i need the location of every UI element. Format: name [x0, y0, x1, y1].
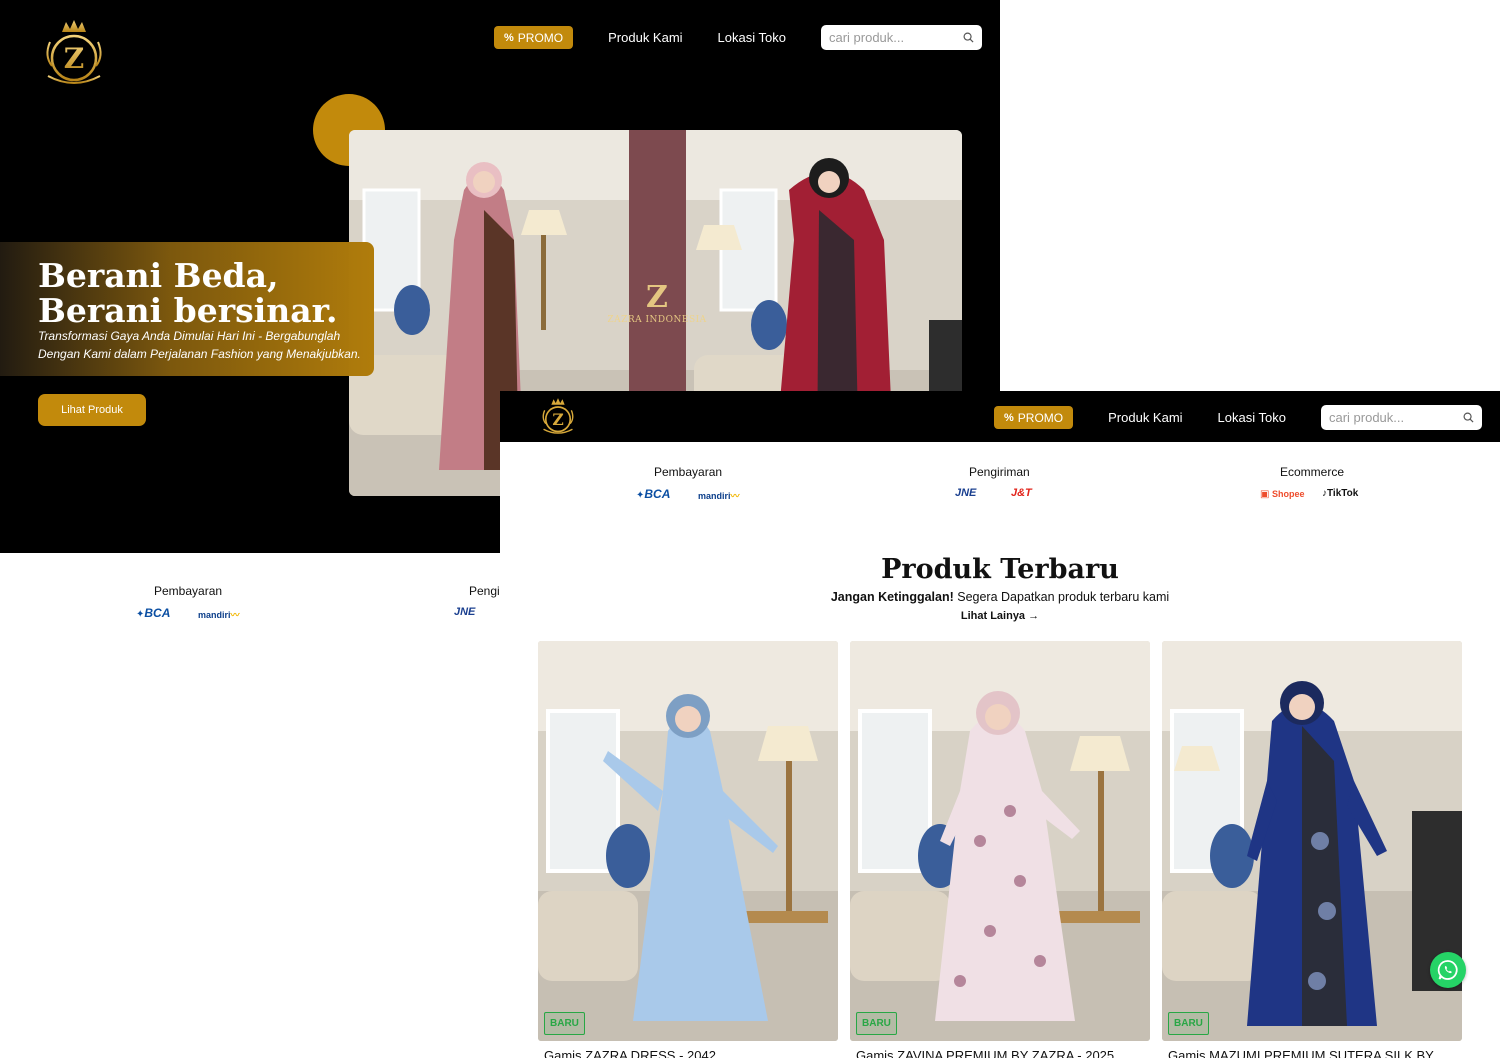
partner-label-ecommerce: Ecommerce — [1280, 465, 1345, 479]
product-card[interactable]: BARU — [1162, 641, 1462, 1041]
lihat-produk-button[interactable]: Lihat Produk — [38, 394, 146, 426]
search-icon[interactable] — [1463, 412, 1474, 423]
promo-label: PROMO — [1017, 410, 1064, 425]
status-badge: BARU — [1168, 1012, 1209, 1035]
hero-subline: Transformasi Gaya Anda Dimulai Hari Ini … — [38, 329, 361, 361]
whatsapp-icon — [1437, 960, 1458, 980]
jne-logo-partial: JNE — [454, 606, 476, 618]
product-title[interactable]: Gamis ZAZRA DRESS - 2042 — [544, 1048, 716, 1058]
whatsapp-button[interactable] — [1430, 952, 1466, 988]
product-card[interactable]: BARU — [538, 641, 838, 1041]
crown-logo-icon: Z — [46, 20, 102, 84]
status-badge: BARU — [856, 1012, 897, 1035]
brand-logo-small[interactable]: Z — [538, 397, 578, 437]
mandiri-logo: mandiri〰 — [198, 610, 240, 620]
tiktok-logo: ♪TikTok — [1322, 488, 1359, 499]
section-title: Produk Terbaru — [881, 554, 1119, 585]
product-title[interactable]: Gamis ZAVINA PREMIUM BY ZAZRA - 2025 — [856, 1048, 1114, 1058]
percent-icon: % — [504, 31, 514, 44]
partner-label-partial: Pengi — [469, 584, 500, 598]
product-image — [850, 641, 1150, 1041]
jnt-logo: J&T — [1011, 487, 1032, 499]
sticky-header: Z % PROMO Produk Kami Lokasi Toko — [500, 391, 1500, 442]
partner-label-pengiriman: Pengiriman — [969, 465, 1030, 479]
main-nav: % PROMO Produk Kami Lokasi Toko — [494, 25, 982, 50]
search-box — [820, 25, 982, 50]
main-nav-sticky: % PROMO Produk Kami Lokasi Toko — [994, 405, 1482, 430]
section-subtitle: Jangan Ketinggalan! Segera Dapatkan prod… — [830, 590, 1170, 604]
svg-text:Z: Z — [552, 410, 563, 429]
nav-link-produk-kami[interactable]: Produk Kami — [608, 30, 682, 45]
status-badge: BARU — [544, 1012, 585, 1035]
promo-button[interactable]: % PROMO — [994, 406, 1074, 429]
hero-headline: Berani Beda, Berani bersinar. — [38, 256, 338, 330]
bca-logo: ✦BCA — [636, 487, 671, 501]
nav-link-produk-kami[interactable]: Produk Kami — [1108, 410, 1182, 425]
bca-logo: ✦BCA — [136, 606, 171, 620]
product-image — [538, 641, 838, 1041]
partner-label-pembayaran: Pembayaran — [154, 584, 223, 598]
search-box — [1320, 405, 1482, 430]
promo-label: PROMO — [517, 30, 564, 45]
lihat-lainya-link[interactable]: Lihat Lainya → — [500, 610, 1500, 622]
brand-logo[interactable]: Z — [38, 18, 110, 90]
partner-label-pembayaran: Pembayaran — [654, 465, 723, 479]
search-input[interactable] — [828, 30, 959, 45]
watermark-logo: Z ZAZRA INDONESIA — [607, 280, 707, 325]
product-card[interactable]: BARU — [850, 641, 1150, 1041]
product-image — [1162, 641, 1462, 1041]
shopee-logo: ▣ Shopee — [1260, 489, 1305, 500]
percent-icon: % — [1004, 411, 1014, 424]
promo-button[interactable]: % PROMO — [494, 26, 574, 49]
mandiri-logo: mandiri〰 — [698, 491, 740, 501]
crown-logo-icon: Z — [542, 398, 574, 434]
jne-logo: JNE — [955, 487, 977, 499]
desktop-view-front: Z % PROMO Produk Kami Lokasi Toko Pembay… — [500, 391, 1500, 1058]
nav-link-lokasi-toko[interactable]: Lokasi Toko — [718, 30, 786, 45]
arrow-right-icon: → — [1028, 610, 1040, 622]
search-icon[interactable] — [963, 32, 974, 43]
nav-link-lokasi-toko[interactable]: Lokasi Toko — [1218, 410, 1286, 425]
svg-text:Z: Z — [64, 42, 84, 75]
search-input[interactable] — [1328, 410, 1459, 425]
product-title[interactable]: Gamis MAZUMI PREMIUM SUTERA SILK BY — [1168, 1048, 1434, 1058]
